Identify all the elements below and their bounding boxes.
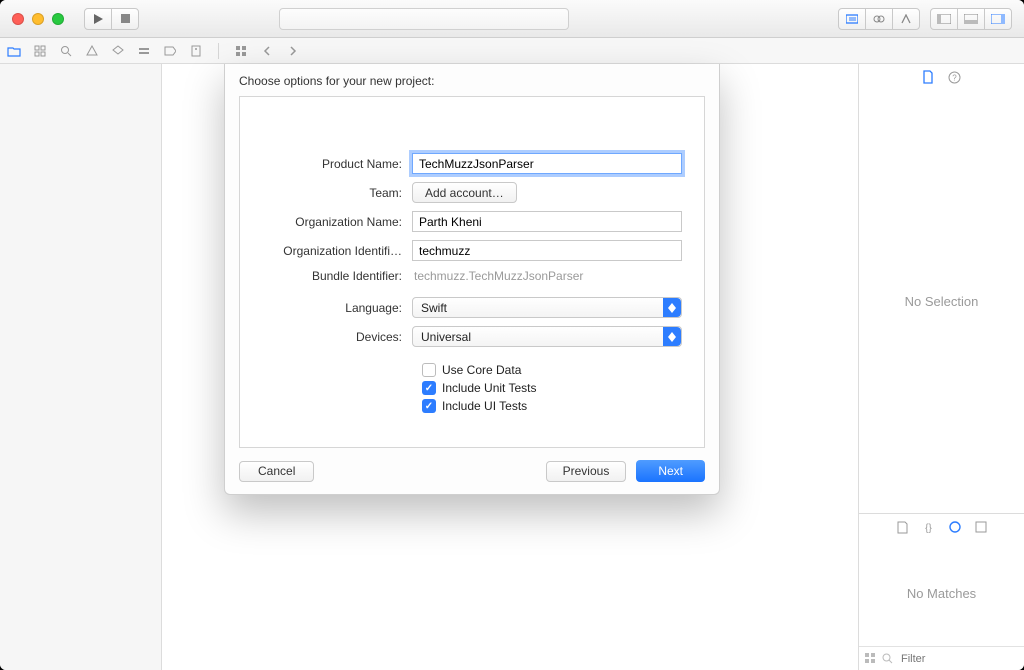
library-tab-header: {} xyxy=(859,514,1024,540)
debug-navigator-tab-icon[interactable] xyxy=(136,43,152,59)
chevron-up-down-icon xyxy=(663,327,681,346)
run-stop-group xyxy=(84,8,139,30)
svg-text:{}: {} xyxy=(925,523,932,533)
grid-view-icon[interactable] xyxy=(865,653,876,664)
svg-text:?: ? xyxy=(952,73,957,82)
find-navigator-tab-icon[interactable] xyxy=(58,43,74,59)
language-label: Language: xyxy=(262,301,412,315)
breakpoint-navigator-tab-icon[interactable] xyxy=(162,43,178,59)
related-items-icon[interactable] xyxy=(233,43,249,59)
new-project-options-sheet: Choose options for your new project: Pro… xyxy=(224,64,720,495)
toggle-debug-area-button[interactable] xyxy=(957,8,985,30)
organization-identifier-input[interactable] xyxy=(412,240,682,261)
test-navigator-tab-icon[interactable] xyxy=(110,43,126,59)
toggle-navigator-button[interactable] xyxy=(930,8,958,30)
go-forward-icon[interactable] xyxy=(285,43,301,59)
use-core-data-checkbox[interactable] xyxy=(422,363,436,377)
activity-status-field xyxy=(279,8,569,30)
filter-icon xyxy=(882,653,893,664)
include-ui-tests-checkbox[interactable]: ✓ xyxy=(422,399,436,413)
language-select[interactable]: Swift xyxy=(412,297,682,318)
quick-help-tab-icon[interactable]: ? xyxy=(948,71,961,84)
window-controls xyxy=(12,13,64,25)
editor-area: Choose options for your new project: Pro… xyxy=(162,64,858,670)
inspector-tab-header: ? xyxy=(859,64,1024,90)
issue-navigator-tab-icon[interactable] xyxy=(84,43,100,59)
include-unit-tests-label: Include Unit Tests xyxy=(442,381,537,395)
include-unit-tests-checkbox[interactable]: ✓ xyxy=(422,381,436,395)
project-navigator-tab-icon[interactable] xyxy=(6,43,22,59)
inspector-panel: ? No Selection {} No Matches xyxy=(858,64,1024,670)
chevron-up-down-icon xyxy=(663,298,681,317)
object-library-icon[interactable] xyxy=(949,521,961,533)
bundle-identifier-value: techmuzz.TechMuzzJsonParser xyxy=(412,269,583,283)
panel-toggle-group xyxy=(930,8,1012,30)
run-button[interactable] xyxy=(84,8,112,30)
add-account-button[interactable]: Add account… xyxy=(412,182,517,203)
navigator-panel xyxy=(0,64,162,670)
file-inspector-tab-icon[interactable] xyxy=(922,70,934,84)
symbol-navigator-tab-icon[interactable] xyxy=(32,43,48,59)
devices-label: Devices: xyxy=(262,330,412,344)
titlebar xyxy=(0,0,1024,38)
standard-editor-button[interactable] xyxy=(838,8,866,30)
inspector-no-selection-text: No Selection xyxy=(859,90,1024,513)
report-navigator-tab-icon[interactable] xyxy=(188,43,204,59)
code-snippet-library-icon[interactable]: {} xyxy=(922,522,935,533)
media-library-icon[interactable] xyxy=(975,521,987,533)
organization-name-input[interactable] xyxy=(412,211,682,232)
library-filter-row xyxy=(859,646,1024,670)
close-window-button[interactable] xyxy=(12,13,24,25)
devices-select-value: Universal xyxy=(421,330,471,344)
stop-button[interactable] xyxy=(111,8,139,30)
organization-identifier-label: Organization Identifi… xyxy=(262,244,412,258)
go-back-icon[interactable] xyxy=(259,43,275,59)
cancel-button[interactable]: Cancel xyxy=(239,461,314,482)
include-ui-tests-label: Include UI Tests xyxy=(442,399,527,413)
library-filter-input[interactable] xyxy=(899,652,1024,666)
previous-button[interactable]: Previous xyxy=(546,461,627,482)
devices-select[interactable]: Universal xyxy=(412,326,682,347)
product-name-label: Product Name: xyxy=(262,157,412,171)
divider xyxy=(218,43,219,59)
use-core-data-label: Use Core Data xyxy=(442,363,521,377)
product-name-input[interactable] xyxy=(412,153,682,174)
next-button[interactable]: Next xyxy=(636,460,705,482)
sheet-title: Choose options for your new project: xyxy=(239,74,705,88)
zoom-window-button[interactable] xyxy=(52,13,64,25)
xcode-window: Choose options for your new project: Pro… xyxy=(0,0,1024,670)
file-template-library-icon[interactable] xyxy=(897,521,908,534)
minimize-window-button[interactable] xyxy=(32,13,44,25)
sheet-form-frame: Product Name: Team: Add account… Organiz… xyxy=(239,96,705,448)
organization-name-label: Organization Name: xyxy=(262,215,412,229)
jump-bar xyxy=(0,38,1024,64)
language-select-value: Swift xyxy=(421,301,447,315)
team-label: Team: xyxy=(262,186,412,200)
library-no-matches-text: No Matches xyxy=(859,540,1024,646)
bundle-identifier-label: Bundle Identifier: xyxy=(262,269,412,283)
assistant-editor-button[interactable] xyxy=(865,8,893,30)
toggle-inspector-button[interactable] xyxy=(984,8,1012,30)
version-editor-button[interactable] xyxy=(892,8,920,30)
editor-mode-group xyxy=(838,8,920,30)
